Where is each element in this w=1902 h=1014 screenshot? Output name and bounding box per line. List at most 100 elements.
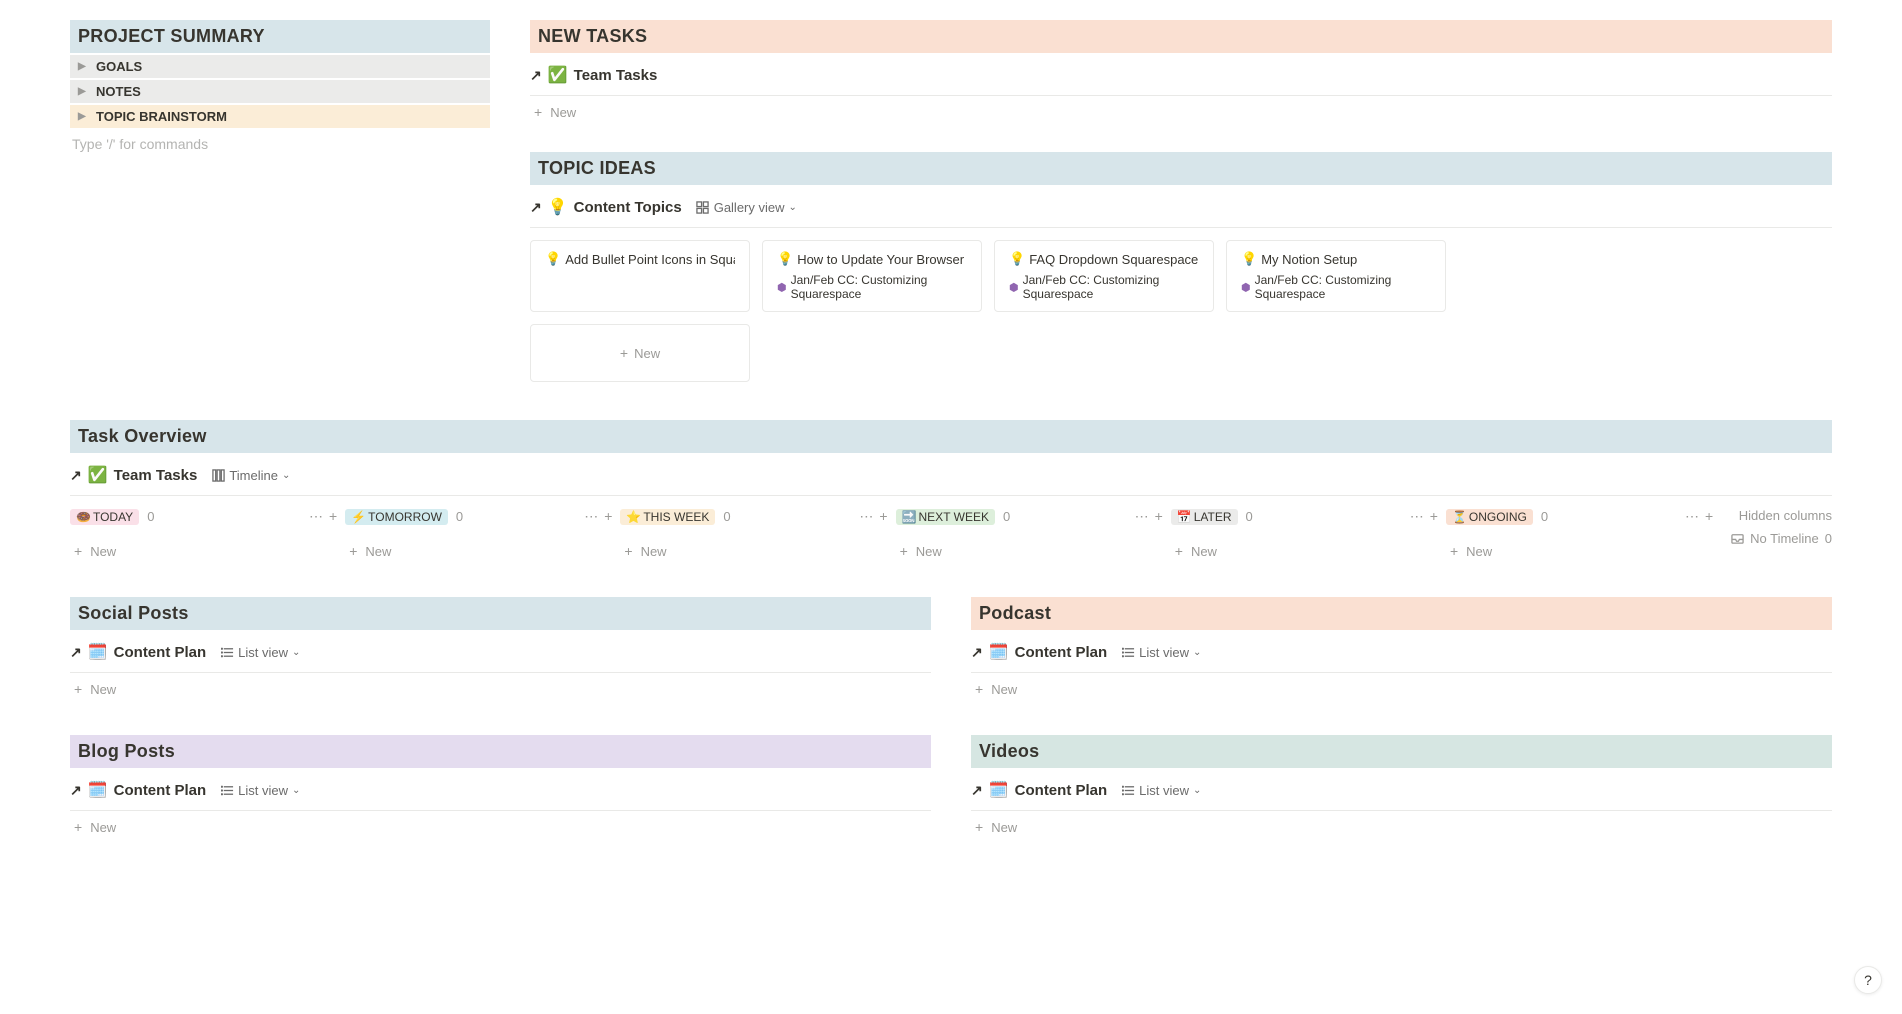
blog-posts-db-link[interactable]: ↗ 🗓️ Content Plan List view ⌄ <box>70 770 931 810</box>
plus-icon: + <box>74 681 82 697</box>
toc-item-goals[interactable]: ▶ GOALS <box>70 55 490 78</box>
gallery-card[interactable]: 💡 My Notion Setup ⬢ Jan/Feb CC: Customiz… <box>1226 240 1446 312</box>
view-name: Timeline <box>229 468 278 483</box>
check-icon: ✅ <box>88 465 108 485</box>
gallery-view-selector[interactable]: Gallery view ⌄ <box>696 200 797 215</box>
link-arrow-icon: ↗ <box>530 67 542 84</box>
more-icon[interactable]: ⋯ <box>859 508 873 525</box>
list-view-selector[interactable]: List view ⌄ <box>1121 783 1201 798</box>
board-icon <box>211 468 225 482</box>
plus-icon: + <box>1175 543 1183 559</box>
db-title: Team Tasks <box>114 467 198 484</box>
timeline-badge[interactable]: 🍩TODAY <box>70 509 139 525</box>
podcast-header: Podcast <box>971 597 1832 630</box>
toggle-icon[interactable]: ▶ <box>78 61 96 72</box>
gallery-card[interactable]: 💡 Add Bullet Point Icons in Squares… <box>530 240 750 312</box>
timeline-badge[interactable]: 📅LATER <box>1171 509 1238 525</box>
card-title: FAQ Dropdown Squarespace <box>1029 252 1198 267</box>
gallery-icon <box>696 200 710 214</box>
calendar-icon: 🗓️ <box>88 642 108 662</box>
plus-icon[interactable]: + <box>879 508 887 525</box>
social-posts-db-link[interactable]: ↗ 🗓️ Content Plan List view ⌄ <box>70 632 931 672</box>
new-task-button[interactable]: + New <box>530 96 1832 128</box>
new-card-button[interactable]: + New <box>70 535 337 567</box>
plus-icon[interactable]: + <box>329 508 337 525</box>
new-gallery-card[interactable]: + New <box>530 324 750 382</box>
chevron-down-icon: ⌄ <box>1193 647 1201 658</box>
more-icon[interactable]: ⋯ <box>1135 508 1149 525</box>
timeline-col-later: 📅LATER 0 ⋯ + + New <box>1171 508 1446 567</box>
videos-db-link[interactable]: ↗ 🗓️ Content Plan List view ⌄ <box>971 770 1832 810</box>
link-arrow-icon: ↗ <box>530 199 542 216</box>
toggle-icon[interactable]: ▶ <box>78 111 96 122</box>
new-button[interactable]: + New <box>70 811 931 843</box>
new-tasks-db-link[interactable]: ↗ ✅ Team Tasks <box>530 55 1832 95</box>
link-arrow-icon: ↗ <box>70 467 82 484</box>
new-card-button[interactable]: + New <box>1446 535 1713 567</box>
badge-icon: ⏳ <box>1452 510 1467 524</box>
bulb-icon: 💡 <box>777 251 793 267</box>
view-name: Gallery view <box>714 200 785 215</box>
timeline-badge[interactable]: ⚡TOMORROW <box>345 509 448 525</box>
help-button[interactable]: ? <box>1854 966 1882 994</box>
list-view-selector[interactable]: List view ⌄ <box>220 783 300 798</box>
timeline-badge[interactable]: ⏳ONGOING <box>1446 509 1533 525</box>
task-overview-db-link[interactable]: ↗ ✅ Team Tasks Timeline ⌄ <box>70 455 1832 495</box>
count: 0 <box>723 509 730 524</box>
timeline-view-selector[interactable]: Timeline ⌄ <box>211 468 290 483</box>
card-tag: Jan/Feb CC: Customizing Squarespace <box>1255 273 1431 301</box>
social-posts-header: Social Posts <box>70 597 931 630</box>
plus-icon[interactable]: + <box>1430 508 1438 525</box>
no-timeline-label[interactable]: No Timeline <box>1750 531 1819 546</box>
task-overview-header: Task Overview <box>70 420 1832 453</box>
plus-icon[interactable]: + <box>1155 508 1163 525</box>
more-icon[interactable]: ⋯ <box>309 508 323 525</box>
list-icon <box>220 783 234 797</box>
toggle-icon[interactable]: ▶ <box>78 86 96 97</box>
list-view-selector[interactable]: List view ⌄ <box>1121 645 1201 660</box>
calendar-icon: 🗓️ <box>88 780 108 800</box>
badge-label: TODAY <box>93 510 133 524</box>
more-icon[interactable]: ⋯ <box>584 508 598 525</box>
more-icon[interactable]: ⋯ <box>1410 508 1424 525</box>
new-button[interactable]: + New <box>971 673 1832 705</box>
timeline-col-ongoing: ⏳ONGOING 0 ⋯ + + New <box>1446 508 1721 567</box>
toc-item-topic-brainstorm[interactable]: ▶ TOPIC BRAINSTORM <box>70 105 490 128</box>
plus-icon: + <box>534 104 542 120</box>
db-title: Team Tasks <box>574 67 658 84</box>
new-button[interactable]: + New <box>70 673 931 705</box>
podcast-db-link[interactable]: ↗ 🗓️ Content Plan List view ⌄ <box>971 632 1832 672</box>
topic-ideas-db-link[interactable]: ↗ 💡 Content Topics Gallery view ⌄ <box>530 187 1832 227</box>
new-card-button[interactable]: + New <box>345 535 612 567</box>
calendar-icon: 🗓️ <box>989 780 1009 800</box>
toc-label: GOALS <box>96 59 142 74</box>
db-title: Content Plan <box>114 782 207 799</box>
new-button[interactable]: + New <box>971 811 1832 843</box>
toc-item-notes[interactable]: ▶ NOTES <box>70 80 490 103</box>
command-placeholder[interactable]: Type '/' for commands <box>70 130 490 158</box>
card-tag: Jan/Feb CC: Customizing Squarespace <box>1023 273 1199 301</box>
new-label: New <box>1191 544 1217 559</box>
new-label: New <box>916 544 942 559</box>
timeline-badge[interactable]: 🔜NEXT WEEK <box>896 509 995 525</box>
link-arrow-icon: ↗ <box>971 782 983 799</box>
plus-icon: + <box>1450 543 1458 559</box>
tag-dot-icon: ⬢ <box>1241 281 1251 294</box>
new-label: New <box>365 544 391 559</box>
hidden-columns-button[interactable]: Hidden columns <box>1731 508 1832 523</box>
new-card-button[interactable]: + New <box>620 535 887 567</box>
list-view-selector[interactable]: List view ⌄ <box>220 645 300 660</box>
new-card-button[interactable]: + New <box>1171 535 1438 567</box>
new-card-button[interactable]: + New <box>896 535 1163 567</box>
gallery-card[interactable]: 💡 How to Update Your Browser Icon… ⬢ Jan… <box>762 240 982 312</box>
topic-ideas-header: TOPIC IDEAS <box>530 152 1832 185</box>
gallery-card[interactable]: 💡 FAQ Dropdown Squarespace ⬢ Jan/Feb CC:… <box>994 240 1214 312</box>
plus-icon[interactable]: + <box>604 508 612 525</box>
plus-icon: + <box>975 819 983 835</box>
count: 0 <box>1246 509 1253 524</box>
plus-icon[interactable]: + <box>1705 508 1713 525</box>
badge-icon: 📅 <box>1177 510 1192 524</box>
timeline-badge[interactable]: ⭐THIS WEEK <box>620 509 715 525</box>
more-icon[interactable]: ⋯ <box>1685 508 1699 525</box>
new-label: New <box>991 820 1017 835</box>
